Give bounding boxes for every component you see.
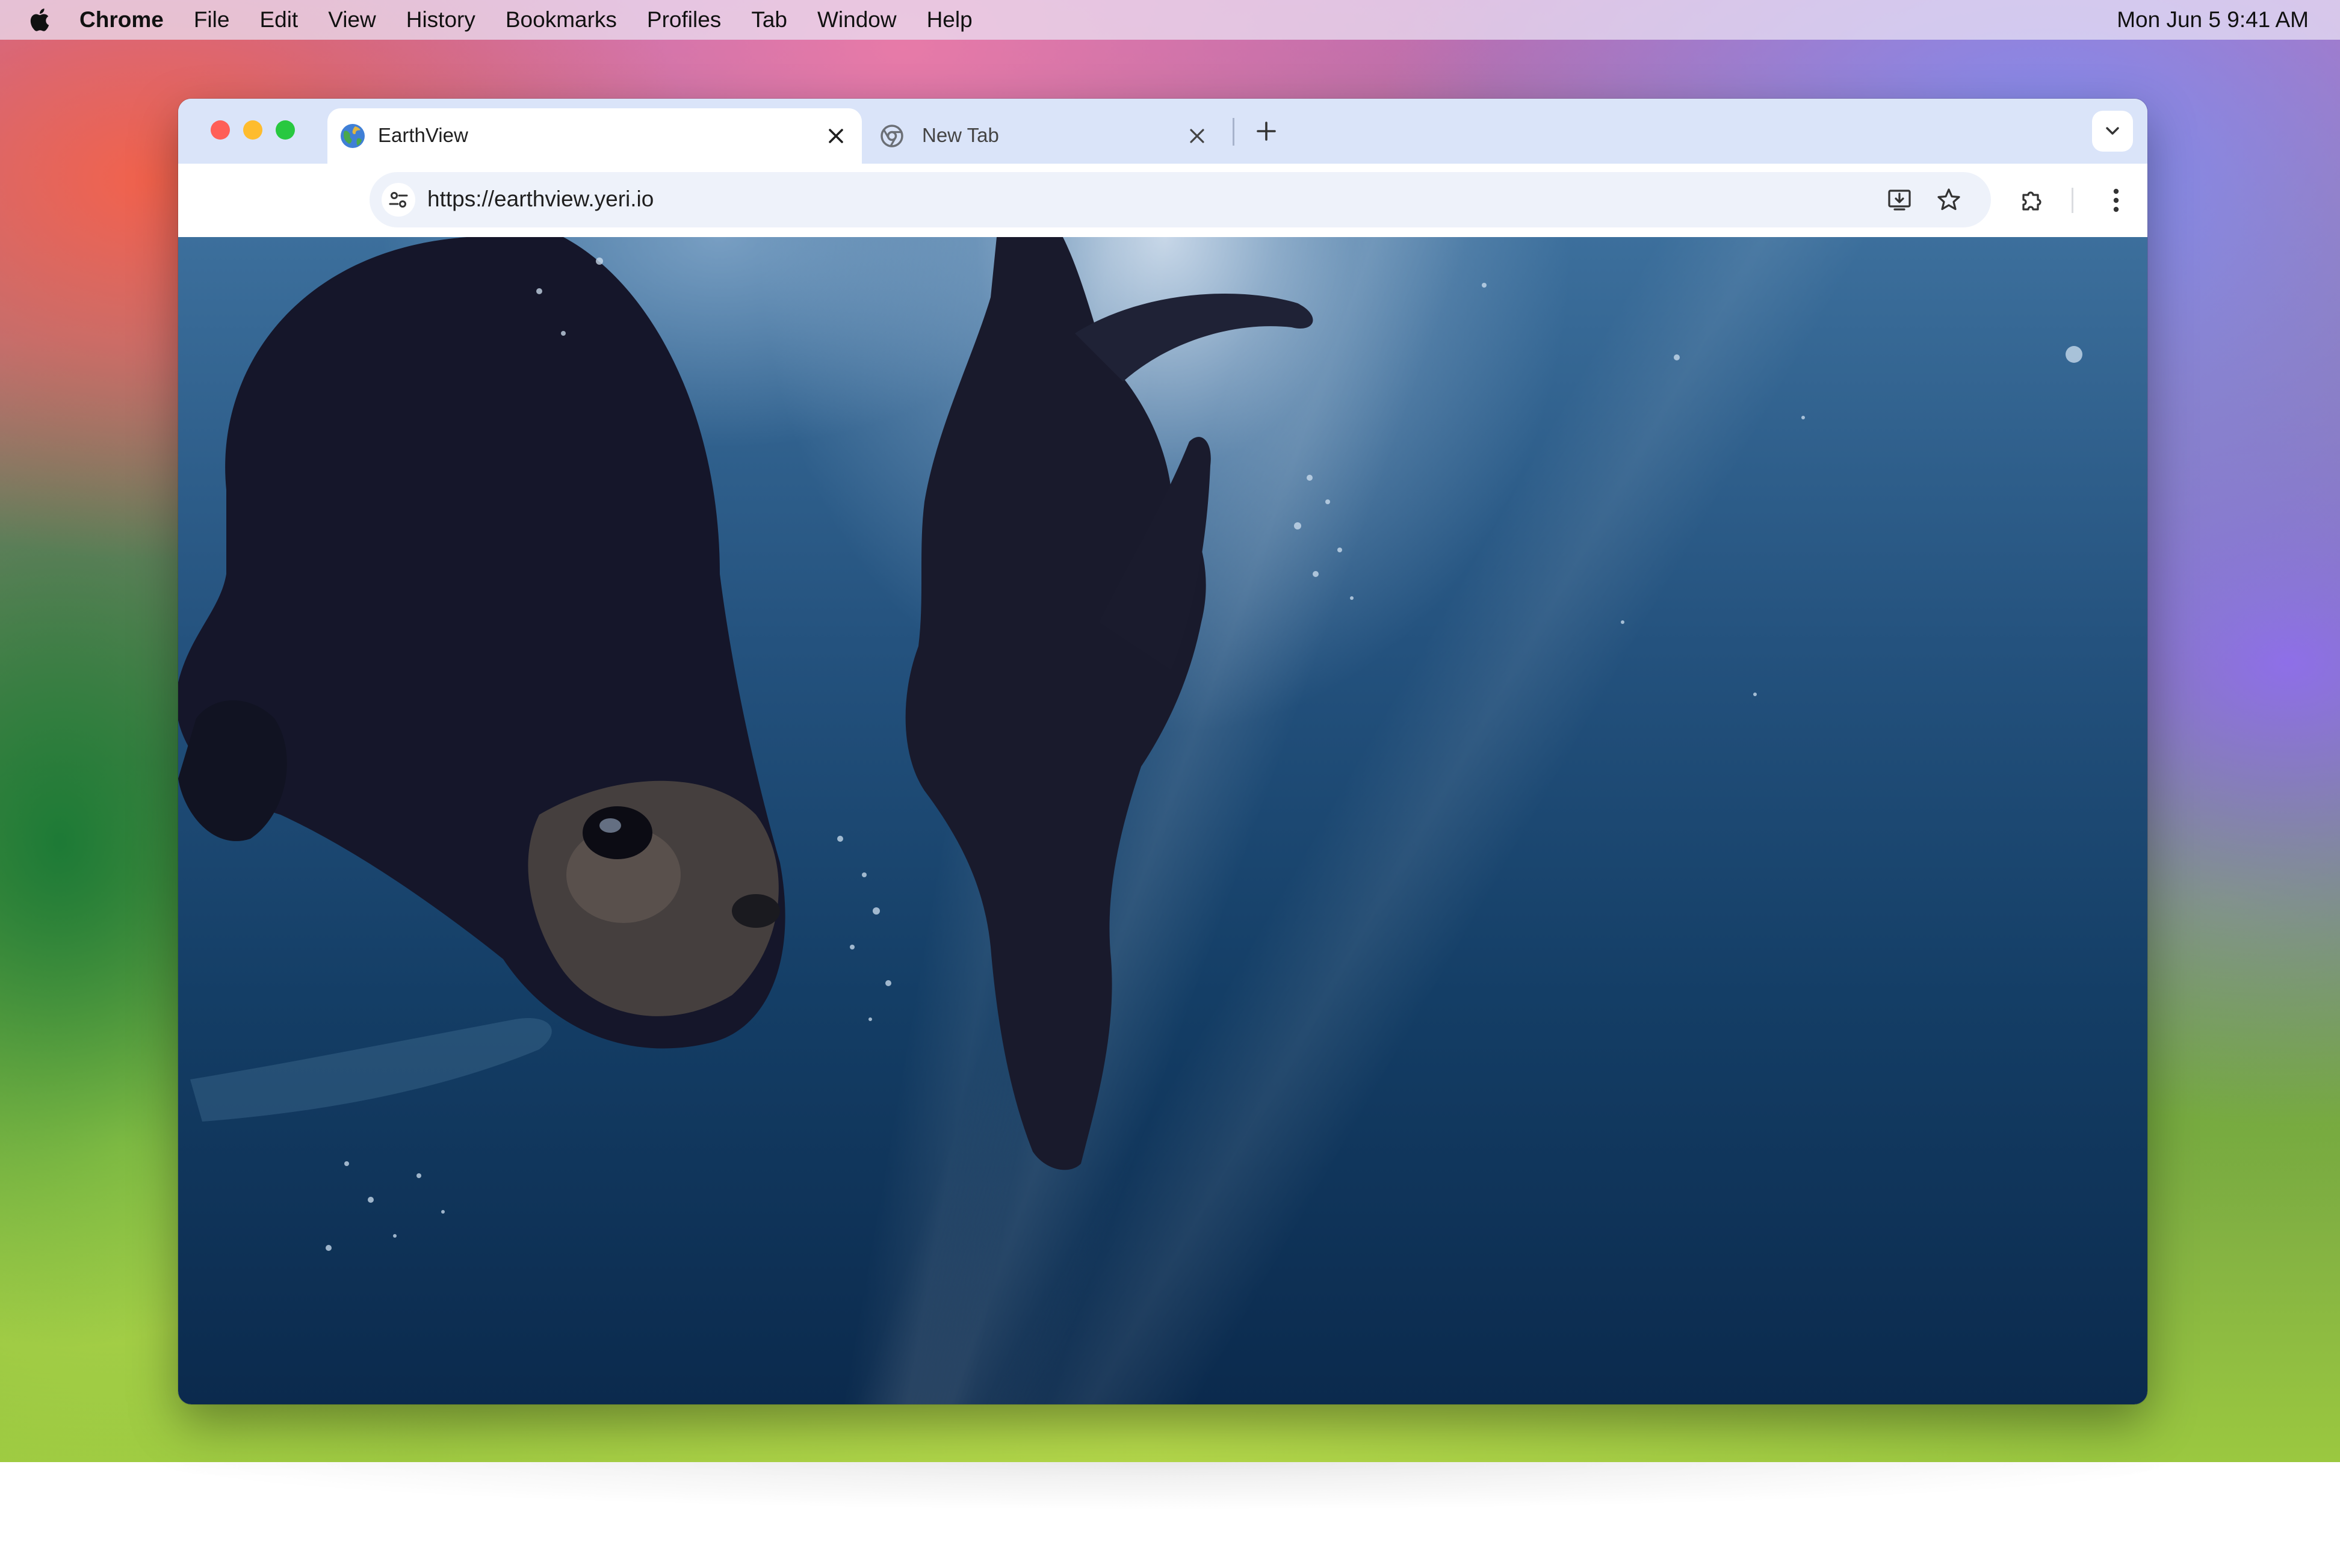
tune-icon: [389, 192, 408, 208]
install-app-icon[interactable]: [1886, 187, 1913, 213]
menu-profiles[interactable]: Profiles: [647, 7, 721, 32]
sea-lion-photo: [178, 237, 2082, 1251]
menu-view[interactable]: View: [328, 7, 376, 32]
address-bar[interactable]: https://earthview.yeri.io: [370, 172, 1991, 227]
page-content: [178, 237, 2147, 1404]
menu-tab[interactable]: Tab: [751, 7, 787, 32]
menu-history[interactable]: History: [406, 7, 475, 32]
new-tab-plus-icon[interactable]: [1254, 119, 1278, 143]
close-tab-icon[interactable]: [1188, 127, 1206, 145]
menubar-clock[interactable]: Mon Jun 5 9:41 AM: [2117, 7, 2309, 32]
menu-file[interactable]: File: [194, 7, 230, 32]
page-bottom-shadow: [181, 1462, 2159, 1534]
tab-separator: [1233, 118, 1234, 146]
toolbar-separator: [2072, 188, 2073, 213]
menu-app-chrome[interactable]: Chrome: [79, 7, 164, 32]
apple-logo-icon[interactable]: [28, 5, 54, 34]
tab-strip: EarthView New Tab: [178, 99, 2147, 164]
menu-window[interactable]: Window: [817, 7, 897, 32]
tab-earthview[interactable]: EarthView: [327, 108, 862, 164]
chrome-icon: [881, 125, 903, 147]
tab-title: EarthView: [378, 124, 468, 146]
url-text[interactable]: https://earthview.yeri.io: [427, 187, 654, 212]
window-zoom-button[interactable]: [276, 120, 295, 140]
extensions-puzzle-icon[interactable]: [2019, 187, 2046, 214]
window-close-button[interactable]: [211, 120, 230, 140]
bookmark-star-icon[interactable]: [1936, 187, 1962, 213]
tab-title: New Tab: [922, 124, 999, 146]
menu-edit[interactable]: Edit: [259, 7, 298, 32]
tab-new-tab[interactable]: New Tab: [870, 108, 1231, 164]
site-info-button[interactable]: [382, 183, 415, 217]
globe-icon: [341, 124, 365, 148]
menu-bookmarks[interactable]: Bookmarks: [506, 7, 617, 32]
more-vert-icon[interactable]: [2111, 187, 2121, 214]
close-tab-icon[interactable]: [827, 127, 845, 145]
tab-search-button[interactable]: [2092, 111, 2133, 152]
window-minimize-button[interactable]: [243, 120, 262, 140]
browser-window: EarthView New Tab https://earthview.yeri…: [178, 99, 2147, 1404]
browser-toolbar: https://earthview.yeri.io: [178, 164, 2147, 237]
menu-help[interactable]: Help: [927, 7, 973, 32]
menu-bar: Chrome File Edit View History Bookmarks …: [0, 0, 2340, 40]
chevron-down-icon: [2106, 127, 2119, 135]
